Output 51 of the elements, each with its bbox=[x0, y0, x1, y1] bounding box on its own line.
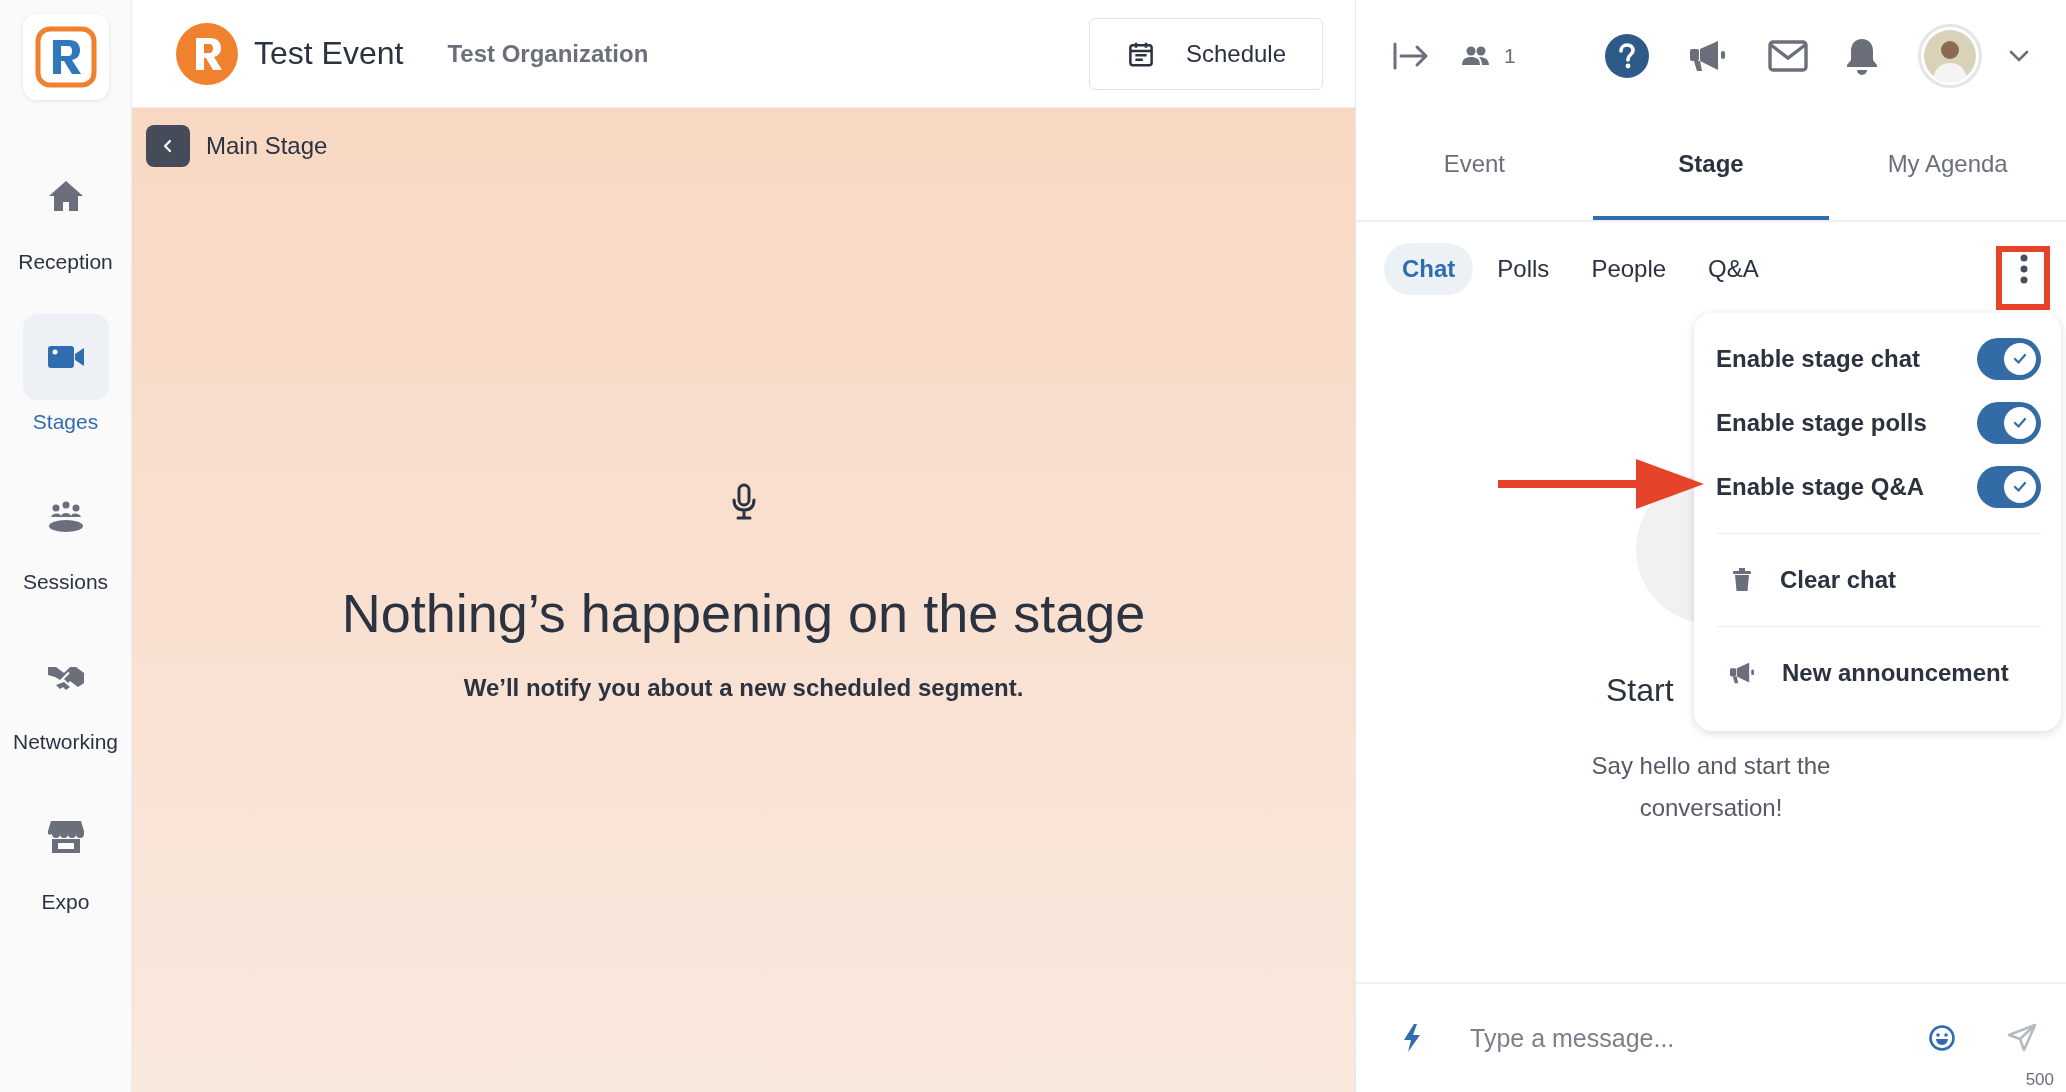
help-icon[interactable] bbox=[1604, 33, 1650, 79]
user-avatar[interactable] bbox=[1918, 24, 1982, 88]
event-title: Test Event bbox=[254, 35, 404, 72]
toggle-label: Enable stage Q&A bbox=[1716, 473, 1925, 501]
people-icon bbox=[1462, 45, 1490, 67]
stage-name: Main Stage bbox=[206, 132, 328, 160]
vertical-dots-icon bbox=[2019, 254, 2029, 284]
checkmark-icon bbox=[2013, 417, 2027, 429]
sidebar-item[interactable]: Stages bbox=[0, 314, 132, 474]
smiley-icon[interactable] bbox=[1928, 1024, 1956, 1052]
toggle-label: Enable stage polls bbox=[1716, 409, 1927, 437]
sidebar-item[interactable]: Reception bbox=[0, 154, 132, 314]
app-logo[interactable] bbox=[22, 14, 109, 100]
person-silhouette-icon bbox=[1924, 30, 1976, 82]
sidebar-item[interactable]: Expo bbox=[0, 794, 132, 954]
empty-state-title: Start bbox=[1606, 672, 1674, 708]
trash-icon bbox=[1732, 568, 1752, 592]
lightning-icon[interactable] bbox=[1402, 1023, 1422, 1053]
character-limit: 500 bbox=[2025, 1070, 2054, 1090]
toggle-label: Enable stage chat bbox=[1716, 345, 1921, 373]
menu-item[interactable]: New announcement bbox=[1716, 641, 2041, 705]
panel-tab[interactable]: Event bbox=[1356, 112, 1593, 220]
r-logo-icon bbox=[34, 26, 97, 88]
toggle-switch[interactable] bbox=[1977, 338, 2041, 380]
envelope-icon[interactable] bbox=[1768, 40, 1808, 72]
exit-arrow-icon[interactable] bbox=[1392, 41, 1430, 71]
bell-icon[interactable] bbox=[1846, 37, 1878, 75]
highlight-frame bbox=[1996, 246, 2050, 310]
panel-tab[interactable]: Stage bbox=[1592, 112, 1830, 220]
schedule-button[interactable]: Schedule bbox=[1088, 17, 1323, 90]
chevron-down-icon[interactable] bbox=[2008, 49, 2030, 63]
sidebar-item[interactable]: Networking bbox=[0, 634, 132, 794]
message-input[interactable]: Type a message... bbox=[1470, 1017, 1900, 1059]
chat-subtab[interactable]: Chat bbox=[1384, 243, 1474, 295]
toggle-switch[interactable] bbox=[1977, 402, 2041, 444]
organization-name: Test Organization bbox=[447, 39, 649, 68]
empty-stage-heading: Nothing’s happening on the stage bbox=[341, 582, 1146, 644]
back-button[interactable] bbox=[146, 125, 190, 167]
sidebar-item[interactable]: Sessions bbox=[0, 474, 132, 634]
checkmark-icon bbox=[2013, 481, 2027, 493]
attendee-count[interactable]: 1 bbox=[1462, 44, 1516, 68]
empty-state-message: Say hello and start the conversation! bbox=[1590, 751, 1832, 823]
panel-tab[interactable]: My Agenda bbox=[1829, 112, 2066, 220]
checkmark-icon bbox=[2013, 353, 2027, 365]
empty-stage-message: We’ll notify you about a new scheduled segment. bbox=[463, 674, 1024, 702]
chat-subtab[interactable]: Polls bbox=[1479, 243, 1568, 295]
menu-item[interactable]: Clear chat bbox=[1716, 548, 2041, 612]
chat-subtab[interactable]: People bbox=[1573, 243, 1685, 295]
chat-subtab[interactable]: Q&A bbox=[1690, 243, 1777, 295]
r-logo-icon bbox=[175, 21, 239, 86]
toggle-switch[interactable] bbox=[1977, 466, 2041, 508]
